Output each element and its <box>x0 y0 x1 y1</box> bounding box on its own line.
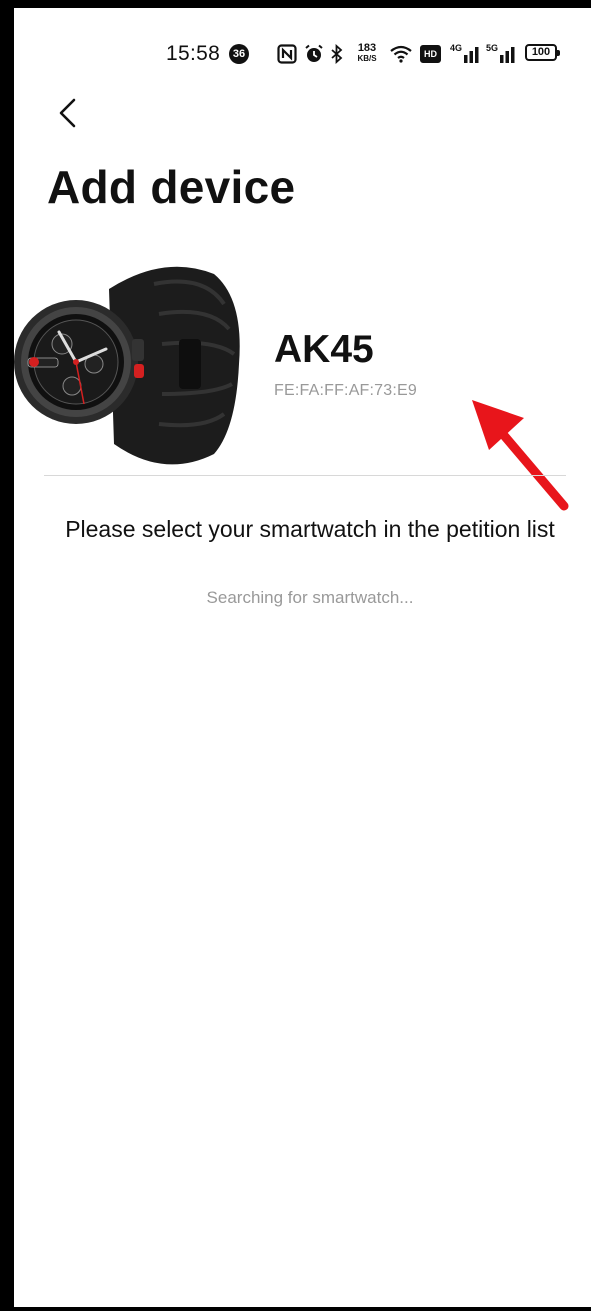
notification-badge: 36 <box>229 44 249 64</box>
status-time: 15:58 <box>166 42 221 65</box>
signal-4g-label: 4G <box>450 43 463 53</box>
battery-indicator: 100 <box>525 44 560 61</box>
alarm-icon <box>304 43 324 65</box>
nfc-icon <box>277 43 297 65</box>
wifi-icon <box>389 43 413 65</box>
network-speed-unit: KB/S <box>357 54 377 63</box>
phone-screen: 15:58 36 183 KB/S HD 4G 5G 100 Add devic… <box>0 0 591 1311</box>
page-title: Add device <box>47 161 296 213</box>
divider <box>44 475 566 476</box>
hd-voice-icon: HD <box>420 43 441 65</box>
device-name: AK45 <box>274 328 374 371</box>
signal-5g-icon: 5G <box>486 43 519 65</box>
annotation-arrow-icon <box>472 400 569 511</box>
signal-5g-label: 5G <box>486 43 499 53</box>
device-mac-address: FE:FA:FF:AF:73:E9 <box>274 382 417 399</box>
instruction-text: Please select your smartwatch in the pet… <box>65 516 555 542</box>
bluetooth-icon <box>330 43 344 65</box>
hd-label: HD <box>420 45 441 63</box>
network-speed: 183 KB/S <box>354 43 380 64</box>
chevron-left-icon <box>59 98 76 128</box>
back-button[interactable] <box>52 96 86 130</box>
status-bar: 15:58 36 183 KB/S HD 4G 5G 100 <box>14 42 591 82</box>
signal-4g-icon: 4G <box>450 43 483 65</box>
network-speed-value: 183 <box>357 42 377 54</box>
searching-status: Searching for smartwatch... <box>206 588 414 607</box>
smartwatch-image <box>14 266 240 465</box>
